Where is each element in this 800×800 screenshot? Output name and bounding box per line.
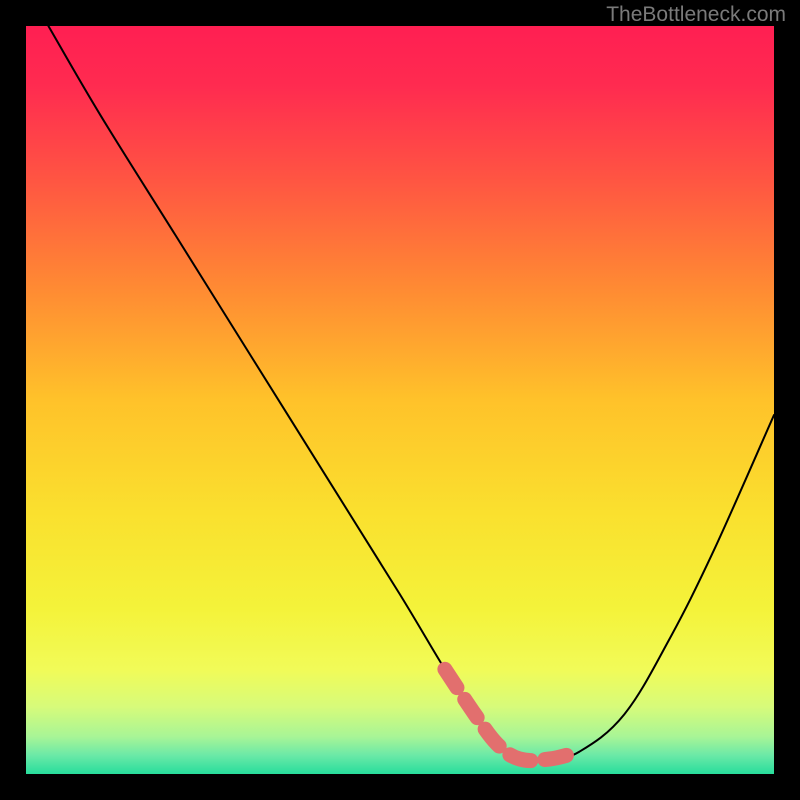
chart-frame: TheBottleneck.com [0, 0, 800, 800]
plot-area [26, 26, 774, 774]
flat-bottom-highlight [445, 669, 580, 760]
watermark-text: TheBottleneck.com [606, 3, 786, 27]
bottleneck-curve [26, 26, 774, 774]
